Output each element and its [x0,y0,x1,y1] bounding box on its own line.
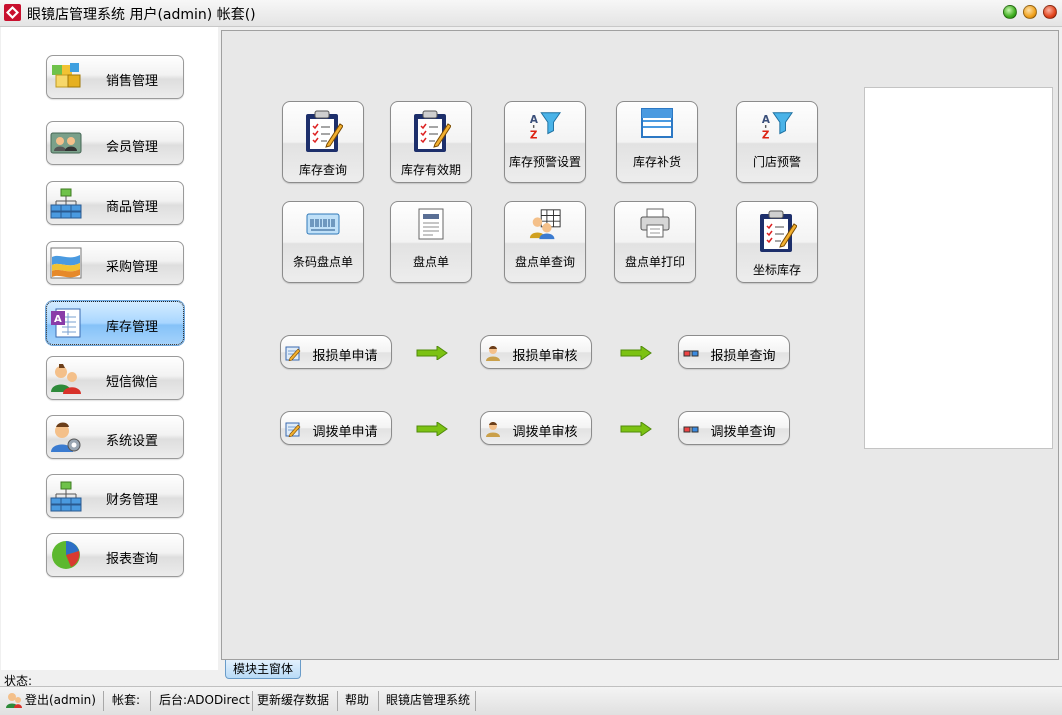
refresh-cache-button[interactable]: 更新缓存数据 [257,687,329,715]
location-stock-button[interactable]: 坐标库存 [736,201,818,283]
loss-query-button[interactable]: 报损单查询 [678,335,790,369]
close-button[interactable] [1043,5,1057,19]
transfer-review-button[interactable]: 调拨单审核 [480,411,592,445]
title-bar: 眼镜店管理系统 用户(admin) 帐套() [0,0,1062,27]
preview-panel [864,87,1053,449]
sort-filter-icon [528,110,562,142]
glasses-icon [683,421,699,437]
printer-icon [639,208,671,238]
pie-chart-icon [50,539,82,571]
loss-review-button[interactable]: 报损单审核 [480,335,592,369]
users-message-icon [50,362,82,394]
help-button[interactable]: 帮助 [345,687,369,715]
sidebar-item-inventory[interactable]: 库存管理 [46,301,184,345]
person-icon [485,345,501,361]
maximize-button[interactable] [1023,5,1037,19]
sidebar-item-label: 系统设置 [105,434,158,449]
sidebar-item-label: 报表查询 [105,552,158,567]
loss-apply-button[interactable]: 报损单申请 [280,335,392,369]
barcode-card-icon [306,212,340,236]
glasses-icon [683,345,699,361]
arrow-right-icon [416,422,448,436]
sidebar-item-label: 会员管理 [105,140,158,155]
app-logo-icon [4,4,21,21]
stock-alert-settings-button[interactable]: 库存预警设置 [504,101,586,183]
sidebar-item-label: 短信微信 [105,375,158,390]
count-sheet-query-button[interactable]: 盘点单查询 [504,201,586,283]
document-icon [417,208,445,240]
purchase-chart-icon [50,247,82,279]
system-name: 眼镜店管理系统 [386,693,471,707]
account-status: 帐套: [112,693,141,707]
stock-replenish-button[interactable]: 库存补货 [616,101,698,183]
stock-query-button[interactable]: 库存查询 [282,101,364,183]
window-tab-bar: 模块主窗体 [221,660,1059,680]
count-sheet-button[interactable]: 盘点单 [390,201,472,283]
transfer-apply-button[interactable]: 调拨单申请 [280,411,392,445]
arrow-right-icon [416,346,448,360]
people-grid-icon [528,208,562,240]
sidebar-item-label: 财务管理 [105,493,158,508]
stock-expiry-button[interactable]: 库存有效期 [390,101,472,183]
org-chart-icon [50,480,82,512]
cubes-icon [50,61,82,93]
sidebar-item-sales[interactable]: 销售管理 [46,55,184,99]
person-icon [485,421,501,437]
sidebar-item-label: 商品管理 [105,200,158,215]
pencil-document-icon [285,345,301,361]
pencil-document-icon [285,421,301,437]
members-card-icon [50,127,82,159]
sidebar-item-sms-wechat[interactable]: 短信微信 [46,356,184,400]
barcode-count-button[interactable]: 条码盘点单 [282,201,364,283]
window-title: 眼镜店管理系统 用户(admin) 帐套() [27,7,256,23]
org-chart-icon [50,187,82,219]
user-settings-icon [50,421,82,453]
transfer-query-button[interactable]: 调拨单查询 [678,411,790,445]
backend-status: 后台:ADODirect [159,693,250,707]
minimize-button[interactable] [1003,5,1017,19]
sidebar-item-purchase[interactable]: 采购管理 [46,241,184,285]
arrow-right-icon [620,346,652,360]
sidebar-item-label: 采购管理 [105,260,158,275]
clipboard-pencil-icon [411,110,451,154]
count-sheet-print-button[interactable]: 盘点单打印 [614,201,696,283]
clipboard-pencil-icon [303,110,343,154]
sidebar-item-label: 库存管理 [105,320,158,335]
store-alert-button[interactable]: 门店预警 [736,101,818,183]
sidebar-item-members[interactable]: 会员管理 [46,121,184,165]
status-bar: 登出(admin) 帐套: 后台:ADODirect 更新缓存数据 帮助 眼镜店… [0,686,1062,715]
sidebar-item-settings[interactable]: 系统设置 [46,415,184,459]
sidebar-item-reports[interactable]: 报表查询 [46,533,184,577]
sort-filter-icon [760,110,794,142]
logout-users-icon [6,692,22,708]
clipboard-pencil-icon [757,210,797,254]
sidebar-item-finance[interactable]: 财务管理 [46,474,184,518]
arrow-right-icon [620,422,652,436]
sidebar-item-products[interactable]: 商品管理 [46,181,184,225]
sidebar-item-label: 销售管理 [105,74,158,89]
logout-button[interactable]: 登出(admin) [25,687,96,715]
tab-module-main[interactable]: 模块主窗体 [225,660,301,679]
sidebar: 销售管理 会员管理 商品管理 采购管理 库存管理 短信微信 系统设置 财务管理 … [1,27,218,670]
inventory-form-icon [50,307,82,339]
list-window-icon [641,108,673,138]
